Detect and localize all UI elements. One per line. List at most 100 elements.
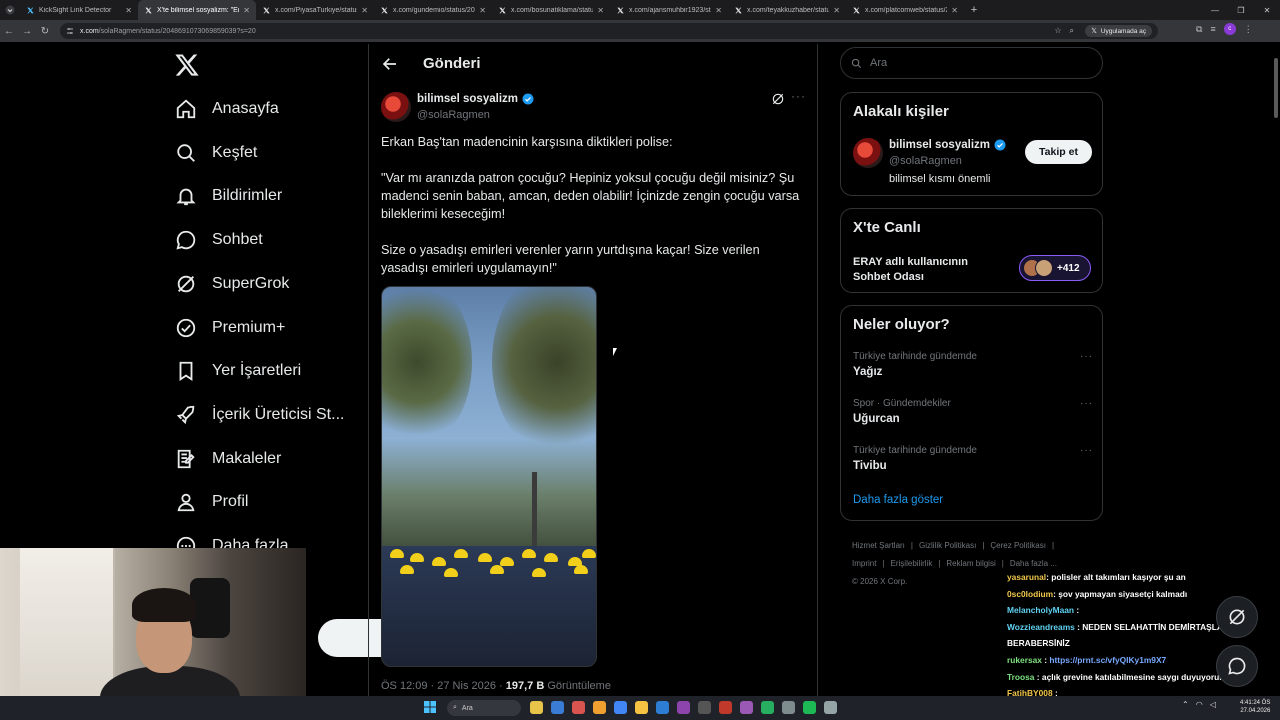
- close-window-icon[interactable]: ✕: [1254, 6, 1280, 15]
- taskbar-app-icon[interactable]: [677, 701, 690, 714]
- tab-close-icon[interactable]: ✕: [597, 6, 604, 15]
- browser-tab[interactable]: x.com/bosunatiklama/status/20...✕: [492, 0, 610, 20]
- footer-link[interactable]: Hizmet Şartları: [852, 541, 905, 550]
- scrollbar-thumb[interactable]: [1274, 58, 1278, 118]
- footer-link[interactable]: Gizlilik Politikası: [919, 541, 976, 550]
- tab-close-icon[interactable]: ✕: [479, 6, 486, 15]
- browser-tab[interactable]: x.com/ajansmuhbir1923/status... ✕: [610, 0, 728, 20]
- back-icon[interactable]: ←: [0, 26, 18, 37]
- footer-link[interactable]: Reklam bilgisi: [946, 559, 995, 568]
- new-tab-button[interactable]: +: [964, 4, 984, 16]
- maximize-icon[interactable]: ❐: [1228, 6, 1254, 15]
- trend-more-icon[interactable]: ···: [1080, 445, 1093, 456]
- tab-close-icon[interactable]: ✕: [243, 6, 250, 15]
- profile-avatar[interactable]: c: [1223, 23, 1236, 35]
- author-avatar[interactable]: [381, 92, 411, 122]
- taskbar-app-icon[interactable]: [635, 701, 648, 714]
- x-logo-icon[interactable]: [174, 52, 200, 78]
- media-icon[interactable]: ≡: [1210, 24, 1215, 34]
- browser-tab[interactable]: x.com/gundemio/status/20487... ✕: [374, 0, 492, 20]
- site-info-icon[interactable]: [66, 27, 74, 35]
- author-handle[interactable]: @solaRagmen: [417, 109, 490, 121]
- chat-link[interactable]: https://prnt.sc/vfyQIKy1m9X7: [1049, 655, 1166, 665]
- trend-item[interactable]: Türkiye tarihinde gündemde Yağız ···: [853, 351, 1093, 378]
- author-name[interactable]: bilimsel sosyalizm: [417, 93, 534, 105]
- taskbar-search-input[interactable]: ⌕ Ara: [447, 700, 521, 716]
- chat-username[interactable]: yasarunal: [1007, 572, 1046, 582]
- chat-username[interactable]: MelancholyMaan: [1007, 605, 1074, 615]
- chat-username[interactable]: rukersax: [1007, 655, 1042, 665]
- related-handle[interactable]: @solaRagmen: [889, 155, 962, 167]
- windows-start-icon[interactable]: [424, 701, 436, 713]
- show-more-link[interactable]: Daha fazla göster: [853, 494, 943, 506]
- browser-tab[interactable]: x.com/PiyasaTurkiye/status/204... ✕: [256, 0, 374, 20]
- taskbar-app-icon[interactable]: [698, 701, 711, 714]
- tab-close-icon[interactable]: ✕: [715, 6, 722, 15]
- forward-icon[interactable]: →: [18, 26, 36, 37]
- post-more-icon[interactable]: ···: [791, 89, 806, 103]
- taskbar-app-icon[interactable]: [761, 701, 774, 714]
- trend-item[interactable]: Spor · Gündemdekiler Uğurcan ···: [853, 398, 1093, 425]
- footer-link[interactable]: Çerez Politikası: [990, 541, 1046, 550]
- tab-close-icon[interactable]: ✕: [951, 6, 958, 15]
- browser-tab[interactable]: X'te bilimsel sosyalizm: "Er... ✕: [138, 0, 256, 20]
- reload-icon[interactable]: ↻: [36, 26, 54, 37]
- nav-item-article[interactable]: Makaleler: [175, 444, 281, 474]
- taskbar-app-icon[interactable]: [530, 701, 543, 714]
- follow-button[interactable]: Takip et: [1025, 140, 1092, 164]
- post-video[interactable]: [381, 286, 597, 667]
- nav-item-search[interactable]: Keşfet: [175, 138, 257, 168]
- footer-link[interactable]: Imprint: [852, 559, 876, 568]
- taskbar-app-icon[interactable]: [719, 701, 732, 714]
- live-listeners-pill[interactable]: +412: [1019, 255, 1091, 281]
- live-room-text[interactable]: ERAY adlı kullanıcının Sohbet Odası: [853, 255, 968, 284]
- footer-link[interactable]: Erişilebilirlik: [891, 559, 933, 568]
- browser-tab[interactable]: x.com/platcomweb/status/204... ✕: [846, 0, 964, 20]
- grok-float-button[interactable]: [1216, 596, 1258, 638]
- nav-item-chat[interactable]: Sohbet: [175, 225, 263, 255]
- chat-username[interactable]: Troosa: [1007, 672, 1034, 682]
- open-in-app-button[interactable]: 𝕏 Uygulamada aç: [1085, 25, 1152, 37]
- tab-close-icon[interactable]: ✕: [833, 6, 840, 15]
- tab-close-icon[interactable]: ✕: [361, 6, 368, 15]
- chat-username[interactable]: 0sc0lodium: [1007, 589, 1053, 599]
- taskbar-app-icon[interactable]: [656, 701, 669, 714]
- grok-icon[interactable]: [771, 92, 785, 106]
- nav-item-home[interactable]: Anasayfa: [175, 94, 279, 124]
- related-name[interactable]: bilimsel sosyalizm: [889, 139, 1006, 151]
- messages-float-button[interactable]: [1216, 645, 1258, 687]
- trend-more-icon[interactable]: ···: [1080, 351, 1093, 362]
- taskbar-app-icon[interactable]: [782, 701, 795, 714]
- tray-chevron-icon[interactable]: ⌃: [1182, 700, 1189, 709]
- star-icon[interactable]: ☆: [1054, 26, 1061, 36]
- taskbar-app-icon[interactable]: [572, 701, 585, 714]
- browser-tab[interactable]: x.com/teyakkuzhaber/status/20...✕: [728, 0, 846, 20]
- nav-item-rocket[interactable]: İçerik Üreticisi St...: [175, 400, 344, 430]
- taskbar-clock[interactable]: 4:41:24 ÖS 27.04.2026: [1240, 699, 1270, 715]
- back-arrow-icon[interactable]: [381, 55, 399, 73]
- taskbar-app-icon[interactable]: [824, 701, 837, 714]
- zoom-icon[interactable]: ⌕: [1070, 26, 1074, 36]
- taskbar-app-icon[interactable]: [593, 701, 606, 714]
- browser-menu-icon[interactable]: ⋮: [1244, 24, 1253, 35]
- taskbar-app-icon[interactable]: [614, 701, 627, 714]
- footer-link[interactable]: Daha fazla ...: [1010, 559, 1057, 568]
- trend-item[interactable]: Türkiye tarihinde gündemde Tivibu ···: [853, 445, 1093, 472]
- tab-close-icon[interactable]: ✕: [125, 6, 132, 15]
- wifi-icon[interactable]: ◠: [1196, 700, 1203, 709]
- nav-item-bell[interactable]: Bildirimler: [175, 181, 282, 211]
- related-avatar[interactable]: [853, 138, 883, 168]
- nav-item-profile[interactable]: Profil: [175, 487, 248, 517]
- volume-icon[interactable]: ◁: [1210, 700, 1216, 709]
- nav-item-grok[interactable]: SuperGrok: [175, 269, 289, 299]
- extensions-icon[interactable]: ⧉: [1196, 24, 1202, 35]
- browser-tab[interactable]: KickSight Link Detector ✕: [20, 0, 138, 20]
- tab-search-icon[interactable]: [0, 0, 20, 20]
- search-input[interactable]: Ara: [840, 47, 1103, 79]
- chat-username[interactable]: Wozzieandreams: [1007, 622, 1075, 632]
- taskbar-app-icon[interactable]: [551, 701, 564, 714]
- taskbar-app-icon[interactable]: [740, 701, 753, 714]
- address-bar[interactable]: x.com/solaRagmen/status/2048691073069859…: [60, 23, 1158, 39]
- nav-item-bookmark[interactable]: Yer İşaretleri: [175, 356, 301, 386]
- nav-item-premium[interactable]: Premium+: [175, 313, 285, 343]
